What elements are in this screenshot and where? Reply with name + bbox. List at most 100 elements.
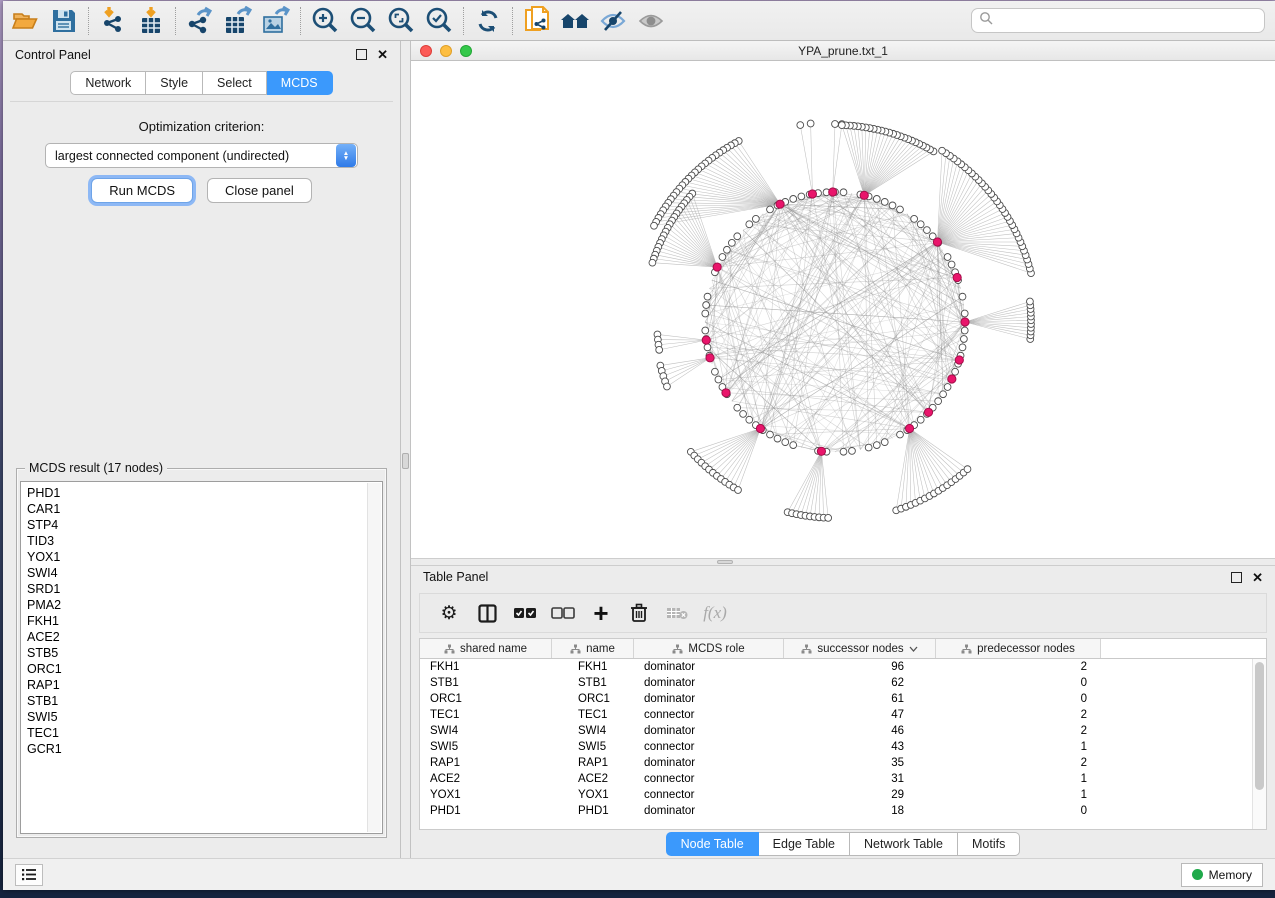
mcds-result-item[interactable]: RAP1 [27,677,382,693]
memory-button[interactable]: Memory [1181,863,1263,887]
show-all-icon[interactable] [632,5,670,37]
memory-status-icon [1192,869,1203,880]
select-all-rows-icon[interactable] [506,598,544,628]
cell: SWI4 [552,725,634,737]
clone-network-icon[interactable] [518,5,556,37]
table-row-PHD1[interactable]: PHD1PHD1dominator180 [420,803,1266,819]
mcds-result-item[interactable]: PHD1 [27,485,382,501]
mcds-result-item[interactable]: TEC1 [27,725,382,741]
table-row-ORC1[interactable]: ORC1ORC1dominator610 [420,691,1266,707]
zoom-out-icon[interactable] [344,5,382,37]
criterion-dropdown[interactable]: largest connected component (undirected)… [45,143,358,168]
add-column-icon[interactable]: + [582,598,620,628]
tab-select[interactable]: Select [203,71,267,95]
table-row-RAP1[interactable]: RAP1RAP1dominator352 [420,755,1266,771]
zoom-in-icon[interactable] [306,5,344,37]
mcds-result-item[interactable]: SWI4 [27,565,382,581]
cell: 61 [784,693,936,705]
deselect-all-rows-icon[interactable] [544,598,582,628]
mcds-result-item[interactable]: STB1 [27,693,382,709]
horizontal-splitter[interactable] [411,558,1275,566]
network-canvas[interactable] [411,61,1275,558]
delete-column-icon[interactable] [620,598,658,628]
table-scrollbar[interactable] [1252,659,1266,829]
import-network-icon[interactable] [94,5,132,37]
refresh-icon[interactable] [469,5,507,37]
cell: 31 [784,773,936,785]
nested-networks-icon[interactable] [556,5,594,37]
table-settings-gear-icon[interactable]: ⚙ [430,598,468,628]
float-panel-icon[interactable] [356,49,367,60]
column-header-predecessor-nodes[interactable]: predecessor nodes [936,639,1101,658]
table-row-SWI4[interactable]: SWI4SWI4dominator462 [420,723,1266,739]
mcds-result-item[interactable]: FKH1 [27,613,382,629]
export-image-icon[interactable] [257,5,295,37]
close-panel-icon[interactable]: ✕ [1252,572,1263,583]
mcds-result-item[interactable]: PMA2 [27,597,382,613]
mcds-result-item[interactable]: STP4 [27,517,382,533]
mcds-result-item[interactable]: STB5 [27,645,382,661]
mcds-result-item[interactable]: SRD1 [27,581,382,597]
cell: 1 [936,773,1101,785]
cell: RAP1 [420,757,552,769]
cell: connector [634,773,784,785]
table-row-FKH1[interactable]: FKH1FKH1dominator962 [420,659,1266,675]
column-header-name[interactable]: name [552,639,634,658]
mcds-list-scrollbar[interactable] [367,483,381,832]
delete-table-icon [658,598,696,628]
mcds-result-item[interactable]: TID3 [27,533,382,549]
network-canvas-svg[interactable] [411,61,1275,558]
mcds-result-item[interactable]: SWI5 [27,709,382,725]
cell: 0 [936,677,1101,689]
close-panel-button[interactable]: Close panel [207,178,312,203]
mcds-result-item[interactable]: ACE2 [27,629,382,645]
mcds-result-item[interactable]: CAR1 [27,501,382,517]
tab-node-table[interactable]: Node Table [666,832,759,856]
tab-style[interactable]: Style [146,71,203,95]
table-row-SWI5[interactable]: SWI5SWI5connector431 [420,739,1266,755]
status-bar: Memory [3,858,1275,890]
cell: 62 [784,677,936,689]
export-table-icon[interactable] [219,5,257,37]
tab-motifs[interactable]: Motifs [958,832,1020,856]
mcds-result-item[interactable]: GCR1 [27,741,382,757]
column-header-MCDS-role[interactable]: MCDS role [634,639,784,658]
mcds-result-item[interactable]: YOX1 [27,549,382,565]
table-scrollbar-thumb[interactable] [1255,662,1264,790]
mcds-result-list[interactable]: PHD1CAR1STP4TID3YOX1SWI4SRD1PMA2FKH1ACE2… [20,481,383,834]
vertical-splitter[interactable] [400,41,411,858]
show-columns-icon[interactable] [468,598,506,628]
hide-selected-icon[interactable] [594,5,632,37]
run-mcds-button[interactable]: Run MCDS [91,178,193,203]
cell: dominator [634,757,784,769]
app-window: Control Panel ✕ NetworkStyleSelectMCDS O… [3,1,1275,890]
column-header-successor-nodes[interactable]: successor nodes [784,639,936,658]
zoom-fit-icon[interactable] [382,5,420,37]
network-window-titlebar[interactable]: YPA_prune.txt_1 [411,41,1275,61]
float-panel-icon[interactable] [1231,572,1242,583]
export-network-icon[interactable] [181,5,219,37]
tab-edge-table[interactable]: Edge Table [759,832,850,856]
tab-network-table[interactable]: Network Table [850,832,958,856]
cell: 2 [936,709,1101,721]
task-history-button[interactable] [15,864,43,886]
tab-network[interactable]: Network [70,71,146,95]
mcds-result-item[interactable]: ORC1 [27,661,382,677]
cell: 96 [784,661,936,673]
search-input[interactable] [994,9,1264,32]
tab-mcds[interactable]: MCDS [267,71,333,95]
table-row-ACE2[interactable]: ACE2ACE2connector311 [420,771,1266,787]
table-row-STB1[interactable]: STB1STB1dominator620 [420,675,1266,691]
table-row-TEC1[interactable]: TEC1TEC1connector472 [420,707,1266,723]
table-row-YOX1[interactable]: YOX1YOX1connector291 [420,787,1266,803]
open-file-icon[interactable] [7,5,45,37]
close-panel-icon[interactable]: ✕ [377,49,388,60]
toolbar-separator [300,7,301,35]
save-icon[interactable] [45,5,83,37]
column-header-shared-name[interactable]: shared name [420,639,552,658]
splitter-grip[interactable] [402,453,409,469]
import-table-icon[interactable] [132,5,170,37]
zoom-selected-icon[interactable] [420,5,458,37]
search-box[interactable] [971,8,1265,33]
splitter-grip[interactable] [717,560,733,564]
